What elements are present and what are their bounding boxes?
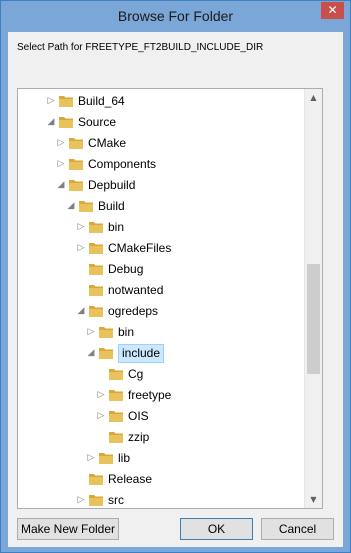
scroll-up-arrow-icon[interactable]: ▲ [305,89,322,106]
browse-folder-dialog: Browse For Folder ✕ Select Path for FREE… [0,0,351,553]
tree-item[interactable]: ▷ OIS [18,406,308,427]
title-bar[interactable]: Browse For Folder ✕ [1,1,350,32]
tree-item-label: Source [78,115,117,129]
tree-item-label: zzip [128,430,150,444]
folder-icon [89,243,103,254]
folder-icon [59,117,73,128]
folder-icon [99,327,113,338]
tree-item-label: ogredeps [108,304,159,318]
tree-item[interactable]: Debug [18,259,308,280]
tree-item-label: Debug [108,262,144,276]
tree-item[interactable]: ▷ freetype [18,385,308,406]
folder-icon [109,369,123,380]
tree-item[interactable]: zzip [18,427,308,448]
vertical-scrollbar[interactable]: ▲ ▼ [304,89,322,508]
tree-item[interactable]: ▷ lib [18,448,308,469]
prompt-text: Select Path for FREETYPE_FT2BUILD_INCLUD… [17,42,264,53]
tree-item[interactable]: ▷ src [18,490,308,508]
tree-item-label: Build_64 [78,94,125,108]
tree-item-label: notwanted [108,283,164,297]
scroll-down-arrow-icon[interactable]: ▼ [305,491,322,508]
make-new-folder-button[interactable]: Make New Folder [17,518,119,540]
cancel-button[interactable]: Cancel [261,518,334,540]
folder-icon [109,411,123,422]
tree-item-label: Release [108,472,153,486]
collapsed-arrow-icon[interactable]: ▷ [76,495,86,506]
tree-item[interactable]: notwanted [18,280,308,301]
scroll-thumb[interactable] [307,264,320,374]
tree-item[interactable]: ◢ ogredeps [18,301,308,322]
expanded-arrow-icon[interactable]: ◢ [46,117,56,128]
tree-item-label: bin [108,220,125,234]
folder-icon [69,138,83,149]
folder-icon [99,453,113,464]
expanded-arrow-icon[interactable]: ◢ [76,306,86,317]
close-button[interactable]: ✕ [321,2,344,19]
collapsed-arrow-icon[interactable]: ▷ [76,222,86,233]
tree-item-label: CMakeFiles [108,241,172,255]
tree-item-label: freetype [128,388,172,402]
dialog-title: Browse For Folder [117,8,234,24]
tree-item[interactable]: ▷ Components [18,154,308,175]
collapsed-arrow-icon[interactable]: ▷ [76,243,86,254]
expanded-arrow-icon[interactable]: ◢ [56,180,66,191]
tree-item-label: Depbuild [88,178,136,192]
folder-icon [99,348,113,359]
folder-icon [59,96,73,107]
tree-item[interactable]: Release [18,469,308,490]
close-icon: ✕ [327,3,338,17]
folder-icon [79,201,93,212]
collapsed-arrow-icon[interactable]: ▷ [56,159,66,170]
tree-item[interactable]: Cg [18,364,308,385]
folder-icon [69,180,83,191]
tree-item[interactable]: ◢ Depbuild [18,175,308,196]
tree-item[interactable]: ◢ Source [18,112,308,133]
dialog-body: Select Path for FREETYPE_FT2BUILD_INCLUD… [8,32,343,547]
collapsed-arrow-icon[interactable]: ▷ [86,327,96,338]
tree-item-label: Build [98,199,125,213]
collapsed-arrow-icon[interactable]: ▷ [46,96,56,107]
expanded-arrow-icon[interactable]: ◢ [86,348,96,359]
folder-icon [69,159,83,170]
expanded-arrow-icon[interactable]: ◢ [66,201,76,212]
tree-item[interactable]: ◢ Build [18,196,308,217]
tree-item-label: CMake [88,136,127,150]
tree-item[interactable]: ▷ Build_64 [18,91,308,112]
collapsed-arrow-icon[interactable]: ▷ [96,390,106,401]
tree-item-label: bin [118,325,135,339]
tree-item[interactable]: ▷ CMakeFiles [18,238,308,259]
folder-icon [89,495,103,506]
folder-icon [89,264,103,275]
folder-icon [109,432,123,443]
tree-item[interactable]: ◢ include [18,343,308,364]
tree-item-label: Cg [128,367,144,381]
folder-icon [89,306,103,317]
tree-item-label: src [108,493,124,507]
folder-icon [89,474,103,485]
folder-icon [109,390,123,401]
ok-button[interactable]: OK [180,518,253,540]
collapsed-arrow-icon[interactable]: ▷ [96,411,106,422]
tree-item[interactable]: ▷ bin [18,217,308,238]
tree-item[interactable]: ▷ bin [18,322,308,343]
folder-tree[interactable]: ▷ src Release ▷ lib zzip ▷ OIS ▷ freetype Cg ◢ inclu… [17,88,323,509]
collapsed-arrow-icon[interactable]: ▷ [86,453,96,464]
tree-item-label: include [118,344,165,363]
tree-item-label: OIS [128,409,149,423]
folder-icon [89,285,103,296]
tree-item-label: Components [88,157,157,171]
collapsed-arrow-icon[interactable]: ▷ [56,138,66,149]
tree-item-label: lib [118,451,131,465]
folder-icon [89,222,103,233]
tree-item[interactable]: ▷ CMake [18,133,308,154]
